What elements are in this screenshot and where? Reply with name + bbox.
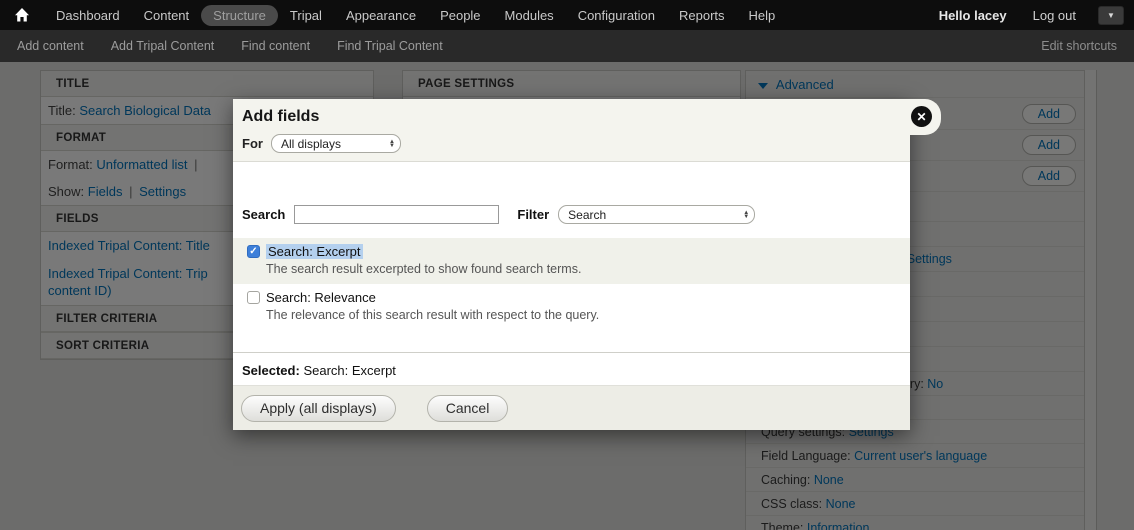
close-icon[interactable]: ✕ [911,106,932,127]
field-options-list: ✓ Search: Excerpt The search result exce… [233,238,910,330]
selected-summary: Selected: Search: Excerpt [233,352,910,387]
edit-shortcuts-link[interactable]: Edit shortcuts [1041,39,1117,53]
dialog-close-tab: ✕ [879,99,941,135]
search-label: Search [242,207,285,222]
home-icon[interactable] [14,7,30,23]
filter-label: Filter [517,207,549,222]
toolbar-toggle-button[interactable]: ▼ [1098,6,1124,25]
shortcut-find-content[interactable]: Find content [241,39,310,53]
admin-toolbar: Dashboard Content Structure Tripal Appea… [0,0,1134,30]
shortcut-add-tripal-content[interactable]: Add Tripal Content [111,39,215,53]
selected-value: Search: Excerpt [303,363,396,378]
toolbar-item-reports[interactable]: Reports [667,5,737,26]
screen: Dashboard Content Structure Tripal Appea… [0,0,1134,530]
dialog-body: Search Filter Search ▲▼ ✓ Search: Excerp… [233,205,910,330]
chevron-down-icon: ▼ [1107,11,1115,20]
toolbar-item-people[interactable]: People [428,5,492,26]
shortcut-add-content[interactable]: Add content [17,39,84,53]
checkbox-unchecked-icon[interactable] [247,291,260,304]
toolbar-item-dashboard[interactable]: Dashboard [44,5,132,26]
select-stepper-icon: ▲▼ [389,140,395,148]
option-description: The search result excerpted to show foun… [266,262,900,276]
logout-link[interactable]: Log out [1033,8,1076,23]
option-description: The relevance of this search result with… [266,308,900,322]
for-label: For [242,136,263,151]
dialog-title: Add fields [242,108,900,126]
option-label: Search: Relevance [266,290,376,305]
checkbox-checked-icon[interactable]: ✓ [247,245,260,258]
for-select-value: All displays [281,137,341,151]
user-greeting: Hello lacey [939,8,1007,23]
add-fields-dialog: ✕ Add fields For All displays ▲▼ Search … [233,99,910,430]
toolbar-item-structure[interactable]: Structure [201,5,278,26]
shortcuts-bar: Add content Add Tripal Content Find cont… [0,30,1134,62]
toolbar-item-configuration[interactable]: Configuration [566,5,667,26]
toolbar-item-modules[interactable]: Modules [493,5,566,26]
filter-select[interactable]: Search ▲▼ [558,205,755,224]
filter-select-value: Search [568,208,606,222]
option-search-excerpt[interactable]: ✓ Search: Excerpt The search result exce… [233,238,910,284]
shortcut-find-tripal-content[interactable]: Find Tripal Content [337,39,443,53]
option-search-relevance[interactable]: Search: Relevance The relevance of this … [233,284,910,330]
dialog-footer: Apply (all displays) Cancel [233,385,910,430]
cancel-button[interactable]: Cancel [427,395,509,422]
selected-label: Selected: [242,363,300,378]
search-input[interactable] [294,205,499,224]
toolbar-item-help[interactable]: Help [737,5,788,26]
option-label: Search: Excerpt [266,244,363,259]
for-display-select[interactable]: All displays ▲▼ [271,134,401,153]
toolbar-item-content[interactable]: Content [132,5,202,26]
toolbar-item-tripal[interactable]: Tripal [278,5,334,26]
apply-button[interactable]: Apply (all displays) [241,395,396,422]
toolbar-item-appearance[interactable]: Appearance [334,5,428,26]
select-stepper-icon: ▲▼ [743,211,749,219]
dialog-header: Add fields For All displays ▲▼ [233,99,910,162]
